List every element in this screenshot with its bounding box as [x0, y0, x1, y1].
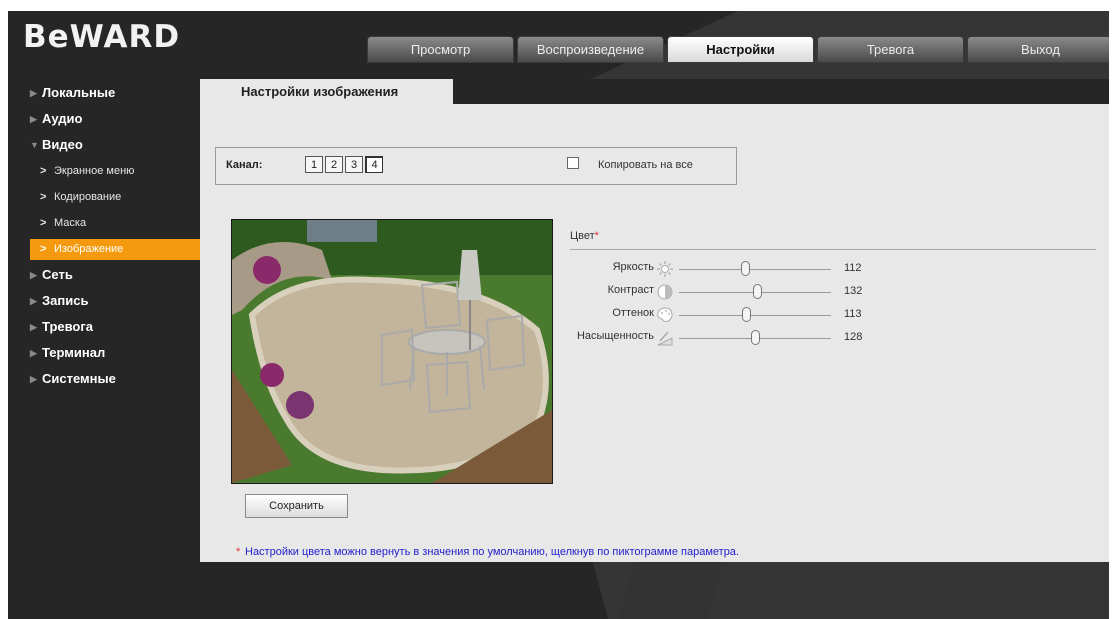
app-frame: BeWARD Просмотр Воспроизведение Настройк… [8, 11, 1109, 619]
sidebar-item-audio[interactable]: ▶ Аудио [30, 109, 201, 129]
video-preview [231, 219, 553, 484]
sidebar-item-video[interactable]: ▼ Видео [30, 135, 201, 155]
chevron-right-icon: > [40, 243, 47, 255]
sidebar-item-local[interactable]: ▶ Локальные [30, 83, 201, 103]
contrast-slider-thumb[interactable] [753, 284, 763, 299]
tab-alarm[interactable]: Тревога [817, 36, 964, 63]
copy-all-label: Копировать на все [598, 159, 693, 171]
triangle-right-icon: ▶ [30, 322, 37, 332]
chevron-right-icon: > [40, 191, 47, 203]
note-mark: * [236, 546, 241, 558]
sidebar-subitem-image[interactable]: > Изображение [30, 239, 201, 260]
sidebar-subitem-mask[interactable]: > Маска [30, 213, 201, 234]
sidebar-item-label: Видео [42, 137, 83, 152]
brightness-track[interactable] [679, 269, 831, 270]
channel-button-3[interactable]: 3 [345, 156, 363, 173]
sidebar: ▶ Локальные ▶ Аудио ▼ Видео > Экранное меню … [30, 83, 201, 395]
channel-buttons: 1 2 3 4 [305, 156, 383, 173]
sidebar-item-label: Запись [42, 293, 89, 308]
brightness-slider-thumb[interactable] [741, 261, 751, 276]
beward-logo: BeWARD [23, 19, 181, 55]
channel-button-1[interactable]: 1 [305, 156, 323, 173]
contrast-icon[interactable] [656, 283, 674, 301]
sidebar-item-system[interactable]: ▶ Системные [30, 369, 201, 389]
sidebar-subitem-label: Маска [54, 217, 87, 229]
contrast-label: Контраст [607, 284, 654, 296]
sidebar-item-label: Тревога [42, 319, 94, 334]
sidebar-item-record[interactable]: ▶ Запись [30, 291, 201, 311]
brightness-value: 112 [844, 262, 862, 274]
contrast-row: Контраст 132 [562, 283, 882, 301]
tab-settings[interactable]: Настройки [667, 36, 814, 63]
tab-logout[interactable]: Выход [967, 36, 1109, 63]
brightness-label: Яркость [612, 261, 654, 273]
reset-hint-note: Настройки цвета можно вернуть в значения… [245, 546, 739, 558]
saturation-icon[interactable] [656, 329, 674, 347]
sidebar-item-label: Сеть [42, 267, 73, 282]
triangle-right-icon: ▶ [30, 296, 37, 306]
tab-image-settings[interactable]: Настройки изображения [200, 79, 453, 104]
saturation-row: Насыщенность 128 [562, 329, 882, 347]
sidebar-subitem-encoding[interactable]: > Кодирование [30, 187, 201, 208]
hue-icon[interactable] [656, 306, 674, 324]
saturation-value: 128 [844, 331, 863, 343]
hue-label: Оттенок [612, 307, 654, 319]
sidebar-item-label: Локальные [42, 85, 116, 100]
sidebar-item-terminal[interactable]: ▶ Терминал [30, 343, 201, 363]
hue-slider-thumb[interactable] [741, 307, 751, 322]
channel-button-2[interactable]: 2 [325, 156, 343, 173]
sidebar-subitem-osd[interactable]: > Экранное меню [30, 161, 201, 182]
contrast-value: 132 [844, 285, 863, 297]
triangle-right-icon: ▶ [30, 348, 37, 358]
saturation-slider-thumb[interactable] [750, 330, 760, 345]
color-title-text: Цвет [570, 230, 595, 242]
patio-camera-image [232, 220, 552, 483]
required-mark: * [594, 230, 599, 242]
triangle-down-icon: ▼ [30, 140, 39, 150]
triangle-right-icon: ▶ [30, 374, 37, 384]
sidebar-subitem-label: Кодирование [54, 191, 122, 203]
color-section-title: Цвет* [570, 230, 599, 242]
main-nav-tabs: Просмотр Воспроизведение Настройки Трево… [367, 36, 1109, 63]
sidebar-item-label: Аудио [42, 111, 83, 126]
tab-playback[interactable]: Воспроизведение [517, 36, 664, 63]
triangle-right-icon: ▶ [30, 114, 37, 124]
content-panel: Настройки изображения Канал: 1 2 3 4 Коп… [200, 79, 1109, 562]
brightness-row: Яркость 112 [562, 260, 882, 278]
chevron-right-icon: > [40, 165, 47, 177]
color-section-divider [570, 249, 1096, 250]
copy-all-checkbox[interactable] [567, 157, 579, 169]
tab-view[interactable]: Просмотр [367, 36, 514, 63]
sidebar-item-alarm[interactable]: ▶ Тревога [30, 317, 201, 337]
saturation-label: Насыщенность [576, 330, 654, 342]
channel-label: Канал: [226, 159, 263, 171]
sidebar-subitem-label: Изображение [54, 243, 124, 255]
brightness-icon[interactable] [656, 260, 674, 278]
channel-selector: Канал: 1 2 3 4 Копировать на все [215, 147, 737, 185]
chevron-right-icon: > [40, 217, 47, 229]
triangle-right-icon: ▶ [30, 88, 37, 98]
sidebar-item-label: Терминал [42, 345, 106, 360]
sidebar-item-network[interactable]: ▶ Сеть [30, 265, 201, 285]
triangle-right-icon: ▶ [30, 270, 37, 280]
tab-bar-filler [453, 79, 1109, 104]
sidebar-subitem-label: Экранное меню [54, 165, 135, 177]
channel-button-4[interactable]: 4 [365, 156, 383, 173]
sidebar-item-label: Системные [42, 371, 116, 386]
hue-value: 113 [844, 308, 862, 320]
hue-row: Оттенок 113 [562, 306, 882, 324]
hue-track[interactable] [679, 315, 831, 316]
save-button[interactable]: Сохранить [245, 494, 348, 518]
